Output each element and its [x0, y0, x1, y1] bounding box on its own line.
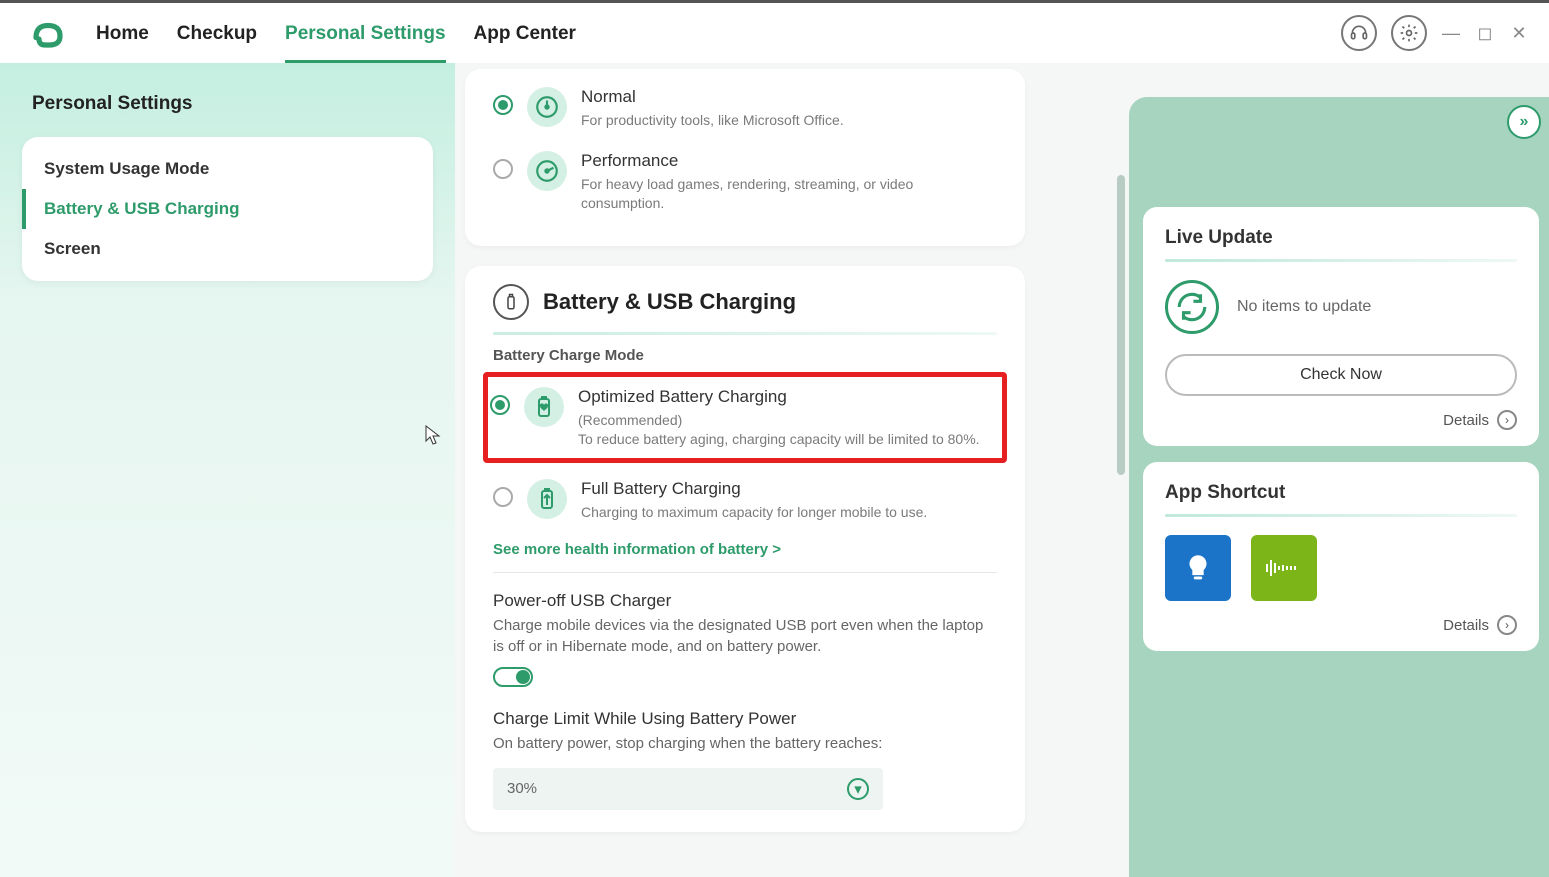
charge-limit-desc: On battery power, stop charging when the… [493, 733, 997, 754]
separator [493, 572, 997, 573]
option-full-desc: Charging to maximum capacity for longer … [581, 503, 997, 523]
right-column: » Live Update No items to update Check N… [1129, 97, 1549, 877]
live-update-title: Live Update [1165, 227, 1517, 249]
chevron-down-icon: ▾ [847, 778, 869, 800]
divider [493, 332, 997, 335]
details-label: Details [1443, 617, 1489, 634]
radio-full[interactable] [493, 487, 513, 507]
scrollbar[interactable] [1117, 175, 1125, 475]
app-shortcut-title: App Shortcut [1165, 482, 1517, 504]
collapse-right-panel[interactable]: » [1507, 105, 1541, 139]
app-shortcut-card: App Shortcut Details › [1143, 462, 1539, 651]
charge-limit-title: Charge Limit While Using Battery Power [493, 709, 997, 729]
titlebar-right: — ◻ ✕ [1341, 15, 1529, 51]
highlighted-option: Optimized Battery Charging (Recommended)… [483, 372, 1007, 463]
sidebar-menu: System Usage Mode Battery & USB Charging… [22, 137, 433, 281]
check-now-button[interactable]: Check Now [1165, 354, 1517, 396]
usb-charger-desc: Charge mobile devices via the designated… [493, 615, 997, 657]
nav-app-center[interactable]: App Center [474, 5, 576, 61]
battery-section-title: Battery & USB Charging [543, 289, 796, 315]
option-performance-title: Performance [581, 151, 997, 171]
nav-checkup[interactable]: Checkup [177, 5, 257, 61]
live-update-details-link[interactable]: Details › [1165, 410, 1517, 430]
divider [1165, 259, 1517, 262]
battery-health-link[interactable]: See more health information of battery > [493, 541, 997, 558]
refresh-icon [1165, 280, 1219, 334]
support-icon[interactable] [1341, 15, 1377, 51]
settings-icon[interactable] [1391, 15, 1427, 51]
live-update-card: Live Update No items to update Check Now… [1143, 207, 1539, 446]
radio-optimized[interactable] [490, 395, 510, 415]
nav-home[interactable]: Home [96, 5, 149, 61]
option-optimized[interactable]: Optimized Battery Charging (Recommended)… [490, 383, 994, 454]
usage-mode-card-partial: Normal For productivity tools, like Micr… [465, 69, 1025, 246]
battery-section-icon [493, 284, 529, 320]
mouse-cursor [425, 425, 441, 447]
app-logo [30, 15, 66, 51]
sidebar: Personal Settings System Usage Mode Batt… [0, 63, 455, 877]
gauge-fast-icon [527, 151, 567, 191]
main-panel: Normal For productivity tools, like Micr… [455, 63, 1129, 877]
window-close[interactable]: ✕ [1509, 23, 1529, 43]
option-optimized-rec: (Recommended) [578, 412, 682, 428]
battery-card: Battery & USB Charging Battery Charge Mo… [465, 266, 1025, 832]
option-normal[interactable]: Normal For productivity tools, like Micr… [493, 77, 997, 141]
titlebar: Home Checkup Personal Settings App Cente… [0, 0, 1549, 63]
option-optimized-desc: To reduce battery aging, charging capaci… [578, 431, 980, 447]
live-update-status: No items to update [1237, 296, 1371, 318]
chevron-right-icon: › [1497, 410, 1517, 430]
battery-mode-label: Battery Charge Mode [493, 347, 997, 364]
radio-performance[interactable] [493, 159, 513, 179]
option-full[interactable]: Full Battery Charging Charging to maximu… [493, 469, 997, 533]
option-performance-desc: For heavy load games, rendering, streami… [581, 175, 997, 214]
usb-charger-title: Power-off USB Charger [493, 591, 997, 611]
charge-limit-dropdown[interactable]: 30% ▾ [493, 768, 883, 810]
battery-full-icon [527, 479, 567, 519]
charge-limit-value: 30% [507, 780, 537, 797]
sidebar-item-battery[interactable]: Battery & USB Charging [22, 189, 433, 229]
details-label: Details [1443, 412, 1489, 429]
sidebar-item-system-usage[interactable]: System Usage Mode [22, 149, 433, 189]
battery-heart-icon [524, 387, 564, 427]
app-shortcut-details-link[interactable]: Details › [1165, 615, 1517, 635]
option-normal-desc: For productivity tools, like Microsoft O… [581, 111, 997, 131]
radio-normal[interactable] [493, 95, 513, 115]
usb-charger-toggle[interactable] [493, 667, 533, 687]
chevron-right-icon: › [1497, 615, 1517, 635]
window-minimize[interactable]: — [1441, 23, 1461, 43]
option-full-title: Full Battery Charging [581, 479, 997, 499]
sidebar-title: Personal Settings [32, 93, 433, 115]
option-optimized-title: Optimized Battery Charging [578, 387, 994, 407]
window-maximize[interactable]: ◻ [1475, 23, 1495, 43]
option-normal-title: Normal [581, 87, 997, 107]
gauge-icon [527, 87, 567, 127]
nav-personal-settings[interactable]: Personal Settings [285, 5, 446, 61]
shortcut-tips[interactable] [1165, 535, 1231, 601]
content-area: Personal Settings System Usage Mode Batt… [0, 63, 1549, 877]
divider [1165, 514, 1517, 517]
shortcut-audio[interactable] [1251, 535, 1317, 601]
top-nav: Home Checkup Personal Settings App Cente… [96, 5, 576, 61]
sidebar-item-screen[interactable]: Screen [22, 229, 433, 269]
option-performance[interactable]: Performance For heavy load games, render… [493, 141, 997, 224]
